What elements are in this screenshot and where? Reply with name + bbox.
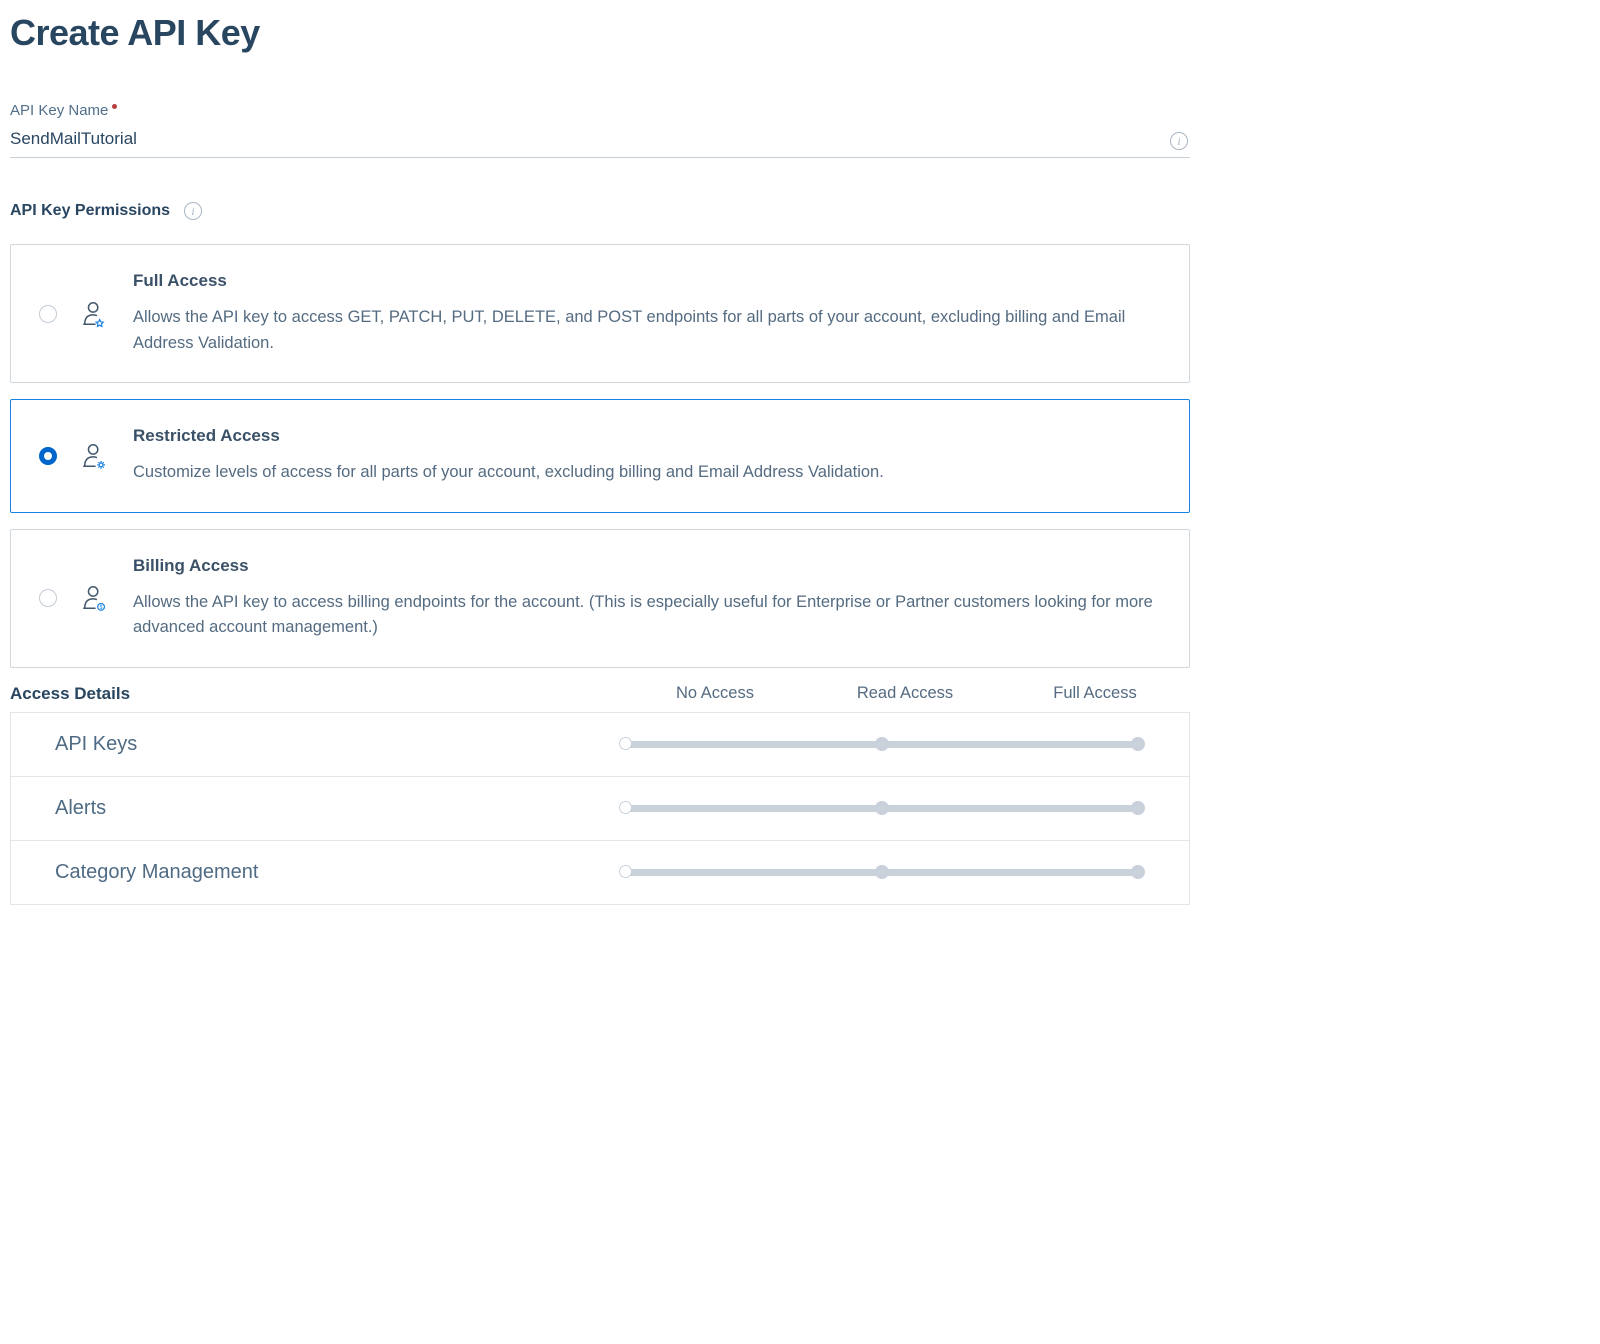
api-key-permissions-label-text: API Key Permissions — [10, 202, 170, 220]
access-slider[interactable] — [621, 865, 1143, 879]
permission-option-restricted[interactable]: Restricted Access Customize levels of acc… — [10, 399, 1190, 513]
column-read-access: Read Access — [810, 684, 1000, 703]
person-gear-icon — [81, 442, 109, 470]
access-slider[interactable] — [621, 801, 1143, 815]
access-row: API Keys — [10, 712, 1190, 777]
access-slider[interactable] — [621, 737, 1143, 751]
slider-stop-full-access[interactable] — [1131, 737, 1145, 751]
radio-billing[interactable] — [39, 589, 57, 607]
slider-stop-read-access[interactable] — [875, 865, 889, 879]
access-details-header: Access Details No Access Read Access Ful… — [10, 684, 1190, 704]
person-dollar-icon: $ — [81, 584, 109, 612]
slider-stop-no-access[interactable] — [619, 865, 632, 878]
permission-title: Billing Access — [133, 556, 1161, 576]
permission-title: Restricted Access — [133, 426, 1161, 446]
info-icon[interactable]: i — [1170, 132, 1188, 150]
radio-full[interactable] — [39, 305, 57, 323]
api-key-name-input[interactable] — [10, 125, 1190, 158]
info-icon[interactable]: i — [184, 202, 202, 220]
permission-option-full[interactable]: Full Access Allows the API key to access … — [10, 244, 1190, 383]
access-row-label: API Keys — [55, 733, 621, 756]
access-row-label: Category Management — [55, 861, 621, 884]
slider-stop-full-access[interactable] — [1131, 801, 1145, 815]
access-row: Category Management — [10, 841, 1190, 905]
api-key-permissions-label: API Key Permissions i — [10, 202, 1190, 220]
permission-description: Allows the API key to access billing end… — [133, 590, 1161, 641]
access-row-label: Alerts — [55, 797, 621, 820]
slider-stop-no-access[interactable] — [619, 737, 632, 750]
page-title: Create API Key — [10, 12, 1190, 54]
slider-stop-read-access[interactable] — [875, 737, 889, 751]
access-row: Alerts — [10, 777, 1190, 841]
permission-option-billing[interactable]: $ Billing Access Allows the API key to acc… — [10, 529, 1190, 668]
slider-stop-full-access[interactable] — [1131, 865, 1145, 879]
permission-description: Allows the API key to access GET, PATCH,… — [133, 305, 1161, 356]
permission-description: Customize levels of access for all parts… — [133, 460, 1161, 486]
svg-text:$: $ — [100, 605, 103, 611]
permission-title: Full Access — [133, 271, 1161, 291]
access-details-heading: Access Details — [10, 684, 620, 704]
slider-stop-no-access[interactable] — [619, 801, 632, 814]
required-indicator-icon — [112, 104, 117, 109]
radio-restricted[interactable] — [39, 447, 57, 465]
api-key-name-label-text: API Key Name — [10, 102, 108, 119]
person-star-icon — [81, 300, 109, 328]
column-full-access: Full Access — [1000, 684, 1190, 703]
slider-stop-read-access[interactable] — [875, 801, 889, 815]
api-key-name-label: API Key Name — [10, 102, 1190, 119]
column-no-access: No Access — [620, 684, 810, 703]
